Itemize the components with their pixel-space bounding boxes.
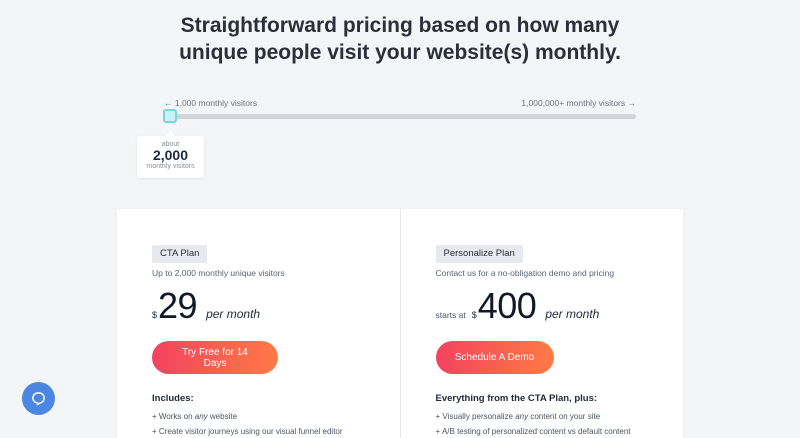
slider-max-label: 1,000,000+ monthly visitors → <box>521 98 636 108</box>
feature-list: + Works on any website + Create visitor … <box>152 409 343 438</box>
pricing-headline: Straightforward pricing based on how man… <box>0 12 800 66</box>
includes-title: Includes: <box>152 393 194 404</box>
slider-min-label: ← 1,000 monthly visitors <box>164 98 258 108</box>
plan-price: $ 29 per month <box>152 285 260 327</box>
price-amount: 29 <box>158 285 198 326</box>
cta-plan-card: CTA Plan Up to 2,000 monthly unique visi… <box>117 209 400 438</box>
chat-icon <box>32 392 45 406</box>
price-starts-at: starts at <box>435 310 466 320</box>
visitor-count-unit: monthly visitors <box>146 163 195 170</box>
price-period: per month <box>206 307 261 321</box>
visitor-slider-track[interactable] <box>165 114 636 119</box>
price-amount: 400 <box>477 285 537 326</box>
pricing-cards: CTA Plan Up to 2,000 monthly unique visi… <box>117 209 683 438</box>
includes-title: Everything from the CTA Plan, plus: <box>435 393 598 404</box>
price-currency: $ <box>152 310 158 320</box>
visitor-count-value: 2,000 <box>152 147 189 163</box>
visitor-slider-handle[interactable] <box>163 109 177 123</box>
plan-name-tag: Personalize Plan <box>435 245 523 263</box>
feature-item: + Works on any website <box>152 412 238 421</box>
plan-name-tag: CTA Plan <box>152 245 208 263</box>
personalize-plan-card: Personalize Plan Contact us for a no-obl… <box>399 209 684 438</box>
feature-item: + A/B testing of personalized content vs… <box>435 427 631 436</box>
headline-line-2: unique people visit your website(s) mont… <box>179 41 621 64</box>
schedule-demo-button[interactable]: Schedule A Demo <box>435 341 554 374</box>
headline-line-1: Straightforward pricing based on how man… <box>180 14 620 37</box>
price-period: per month <box>545 307 600 321</box>
feature-item: + Visually personalize any content on yo… <box>435 412 601 421</box>
try-free-button[interactable]: Try Free for 14 Days <box>152 341 278 374</box>
plan-description: Up to 2,000 monthly unique visitors <box>152 268 285 278</box>
feature-list: + Visually personalize any content on yo… <box>436 409 631 438</box>
plan-price: starts at $ 400 per month <box>436 285 600 327</box>
chat-widget-button[interactable] <box>22 382 55 415</box>
plan-description: Contact us for a no-obligation demo and … <box>435 268 615 278</box>
price-currency: $ <box>471 310 477 320</box>
visitor-count-bubble: about 2,000 monthly visitors <box>137 136 204 178</box>
feature-item: + Create visitor journeys using our visu… <box>152 427 343 436</box>
